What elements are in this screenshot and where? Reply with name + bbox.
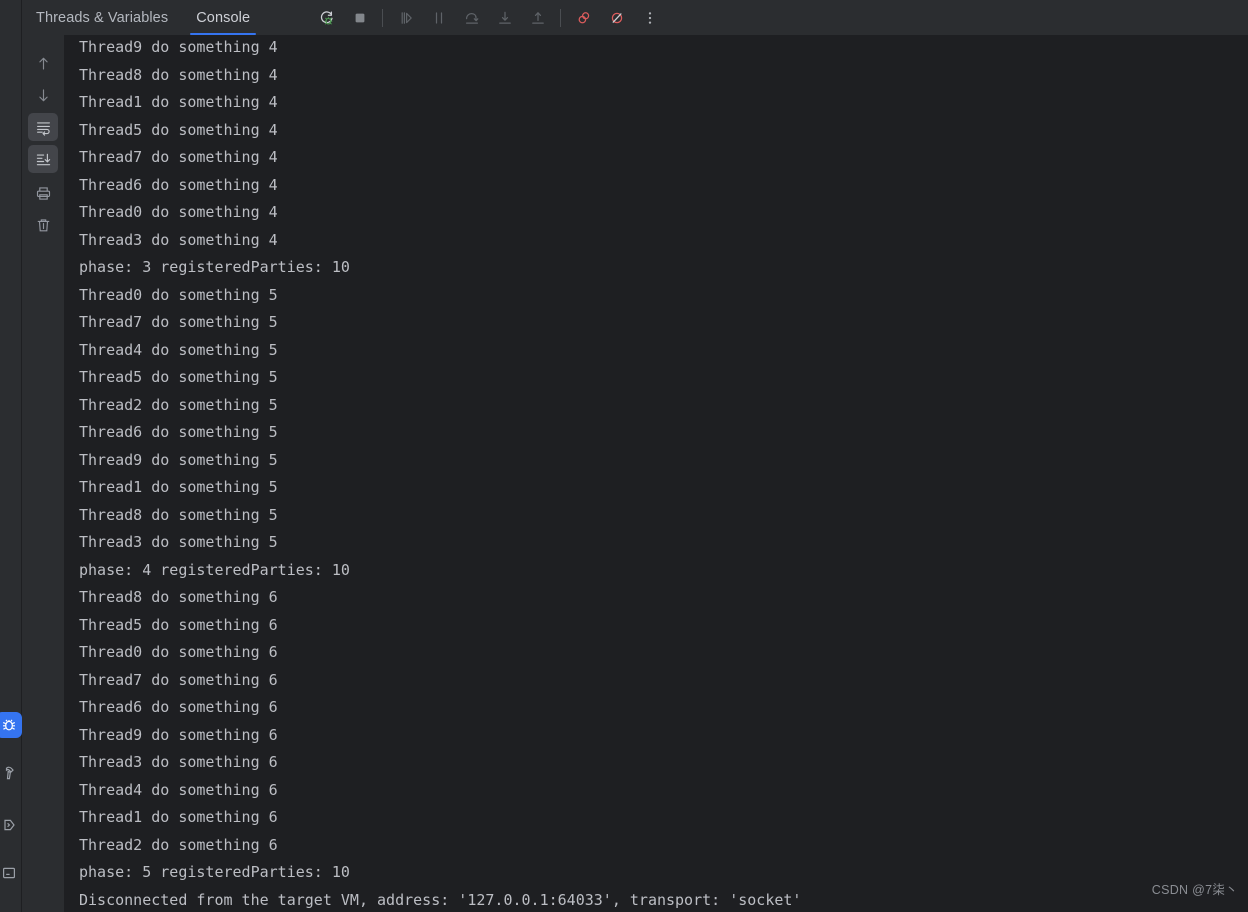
pause-program-button[interactable]: [426, 5, 451, 30]
kebab-menu-icon: [641, 9, 659, 27]
console-lines: Thread9 do something 4 Thread8 do somethi…: [79, 35, 801, 912]
console-line: Thread8 do something 6: [79, 588, 278, 606]
console-line: Thread9 do something 6: [79, 725, 278, 744]
soft-wrap-icon: [35, 119, 52, 136]
printer-icon: [35, 185, 52, 202]
console-line: Thread9 do something 5: [79, 450, 278, 469]
console-line: Thread1 do something 6: [79, 808, 278, 826]
debug-toolbar: [310, 0, 666, 35]
stop-icon: [351, 9, 369, 27]
tab-threads-and-variables[interactable]: Threads & Variables: [22, 0, 182, 35]
console-line: Thread5 do something 4: [79, 120, 278, 139]
console-line: Thread3 do something 5: [79, 533, 278, 551]
console-output-panel[interactable]: Thread9 do something 4 Thread8 do somethi…: [64, 35, 1234, 912]
console-line: Thread5 do something 6: [79, 615, 278, 634]
step-out-icon: [529, 9, 547, 27]
scroll-up-button[interactable]: [28, 49, 58, 77]
console-line: Thread3 do something 6: [79, 753, 278, 771]
console-line: Thread0 do something 6: [79, 643, 278, 661]
console-right-gutter[interactable]: [1234, 35, 1248, 912]
scroll-down-button[interactable]: [28, 81, 58, 109]
debug-tabs: Threads & Variables Console: [22, 0, 264, 35]
debug-header-bar: Threads & Variables Console: [22, 0, 1248, 35]
terminal-tool-window-button[interactable]: [0, 860, 22, 886]
bug-icon: [1, 717, 17, 733]
console-line: Disconnected from the target VM, address…: [79, 890, 802, 909]
console-line: Thread0 do something 5: [79, 285, 278, 304]
clear-all-button[interactable]: [28, 211, 58, 239]
toolbar-separator: [560, 8, 561, 27]
mute-breakpoints-button[interactable]: [604, 5, 629, 30]
console-line: Thread2 do something 5: [79, 395, 278, 414]
step-over-icon: [463, 9, 481, 27]
arrow-up-icon: [35, 55, 52, 72]
mute-breakpoints-icon: [608, 9, 626, 27]
console-line: Thread8 do something 5: [79, 505, 278, 524]
terminal-icon: [1, 865, 17, 881]
tab-console[interactable]: Console: [182, 0, 264, 35]
services-tool-window-button[interactable]: [0, 812, 22, 838]
hammer-icon: [1, 765, 17, 781]
console-line: Thread4 do something 5: [79, 340, 278, 359]
console-line: Thread6 do something 5: [79, 423, 278, 441]
step-over-button[interactable]: [459, 5, 484, 30]
console-line: Thread7 do something 6: [79, 670, 278, 689]
scroll-to-end-button[interactable]: [28, 145, 58, 173]
console-line: Thread2 do something 6: [79, 835, 278, 854]
tool-window-strip: [0, 0, 22, 912]
console-line: Thread7 do something 5: [79, 313, 278, 331]
step-out-button[interactable]: [525, 5, 550, 30]
console-line: Thread4 do something 6: [79, 780, 278, 799]
resume-icon: [397, 9, 415, 27]
console-line: Thread5 do something 5: [79, 368, 278, 386]
rerun-debug-icon: [318, 9, 336, 27]
console-line: Thread0 do something 4: [79, 203, 278, 221]
trash-icon: [35, 217, 52, 234]
console-line: Thread9 do something 4: [79, 38, 278, 56]
print-button[interactable]: [28, 179, 58, 207]
pause-icon: [430, 9, 448, 27]
console-line: phase: 4 registeredParties: 10: [79, 560, 350, 579]
tab-label: Console: [196, 9, 251, 26]
console-line: Thread7 do something 4: [79, 148, 278, 166]
step-into-button[interactable]: [492, 5, 517, 30]
soft-wrap-button[interactable]: [28, 113, 58, 141]
breakpoints-icon: [575, 9, 593, 27]
services-icon: [1, 817, 17, 833]
rerun-debug-button[interactable]: [314, 5, 339, 30]
console-side-toolbar: [22, 35, 64, 912]
arrow-down-icon: [35, 87, 52, 104]
build-tool-window-button[interactable]: [0, 760, 22, 786]
stop-button[interactable]: [347, 5, 372, 30]
console-line: Thread6 do something 4: [79, 175, 278, 194]
step-into-icon: [496, 9, 514, 27]
debug-tool-window-button[interactable]: [0, 712, 22, 738]
console-line: Thread1 do something 4: [79, 93, 278, 111]
more-options-button[interactable]: [637, 5, 662, 30]
view-breakpoints-button[interactable]: [571, 5, 596, 30]
console-line: phase: 3 registeredParties: 10: [79, 258, 350, 276]
console-line: Thread1 do something 5: [79, 478, 278, 496]
console-line: Thread8 do something 4: [79, 65, 278, 84]
console-line: phase: 5 registeredParties: 10: [79, 863, 350, 881]
debug-tool-window-root: Threads & Variables Console Thread9 do s…: [0, 0, 1248, 912]
resume-program-button[interactable]: [393, 5, 418, 30]
scroll-to-end-icon: [35, 151, 52, 168]
toolbar-separator: [382, 8, 383, 27]
console-line: Thread3 do something 4: [79, 230, 278, 249]
console-line: Thread6 do something 6: [79, 698, 278, 716]
tab-label: Threads & Variables: [36, 9, 169, 26]
